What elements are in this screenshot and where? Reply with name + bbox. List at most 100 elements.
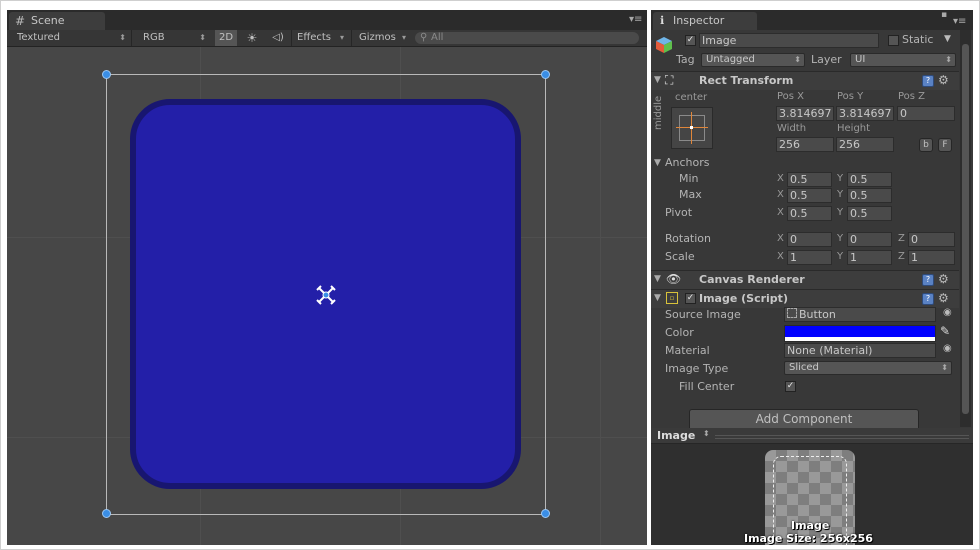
anchor-crosshair-icon: [676, 112, 708, 144]
active-checkbox[interactable]: ✓: [685, 35, 696, 46]
image-type-dropdown[interactable]: Sliced ⬍: [784, 361, 952, 375]
grid-icon: #: [15, 14, 26, 28]
scale-x-field[interactable]: 1: [787, 250, 832, 265]
anchor-min-x-field[interactable]: 0.5: [787, 172, 832, 187]
scene-toolbar: Textured ⬍ RGB ⬍ 2D ☀ ◁) Effects ▾ Gizmo…: [7, 30, 647, 47]
layer-dropdown[interactable]: UI ⬍: [850, 53, 956, 67]
anchor-max-x-field[interactable]: 0.5: [787, 188, 832, 203]
preview-divider: [715, 435, 969, 439]
static-checkbox[interactable]: [888, 35, 899, 46]
tab-scene[interactable]: # Scene: [9, 12, 105, 30]
color-swatch[interactable]: [784, 325, 936, 342]
chevron-down-icon[interactable]: ▼: [944, 34, 951, 44]
preview-caption-size: Image Size: 256x256: [744, 532, 873, 545]
foldout-arrow-icon[interactable]: ▼: [654, 158, 661, 168]
pivot-x-field[interactable]: 0.5: [787, 206, 832, 221]
pivot-x-value: 0.5: [790, 207, 808, 220]
scale-z-field[interactable]: 1: [908, 250, 955, 265]
blueprint-mode-button[interactable]: b: [919, 138, 933, 152]
canvas-renderer-header[interactable]: ▼ 👁 Canvas Renderer ? ⚙: [651, 270, 959, 289]
panel-menu-icon[interactable]: ▾≡: [953, 16, 966, 27]
rect-handle-bottom-left[interactable]: [102, 509, 111, 518]
add-component-button[interactable]: Add Component: [689, 409, 919, 429]
object-picker-icon[interactable]: ◉: [943, 307, 952, 318]
gear-icon[interactable]: ⚙: [938, 74, 950, 86]
anchor-min-label: Min: [679, 172, 699, 185]
rect-transform-icon: ⛶: [665, 73, 674, 87]
tab-inspector[interactable]: ℹ Inspector: [653, 12, 757, 30]
help-book-icon[interactable]: ?: [922, 293, 934, 305]
pos-x-label: Pos X: [777, 91, 805, 102]
rotation-y-field[interactable]: 0: [847, 232, 892, 247]
render-mode-dropdown[interactable]: RGB ⬍: [143, 30, 209, 46]
preview-header[interactable]: Image ⬍: [651, 428, 973, 444]
x-label: X: [777, 189, 784, 200]
rect-handle-top-right[interactable]: [541, 70, 550, 79]
lock-icon[interactable]: ▪: [941, 10, 947, 20]
eyedropper-icon[interactable]: ✎: [940, 324, 950, 338]
scene-search-input[interactable]: ⚲ All: [415, 32, 639, 44]
pos-z-value: 0: [900, 107, 907, 120]
fill-center-checkbox[interactable]: ✓: [785, 381, 796, 392]
anchors-label: Anchors: [665, 156, 710, 169]
inspector-scrollbar[interactable]: [960, 30, 971, 427]
pivot-y-value: 0.5: [850, 207, 868, 220]
source-image-field[interactable]: Button: [784, 307, 936, 322]
y-label: Y: [837, 173, 844, 184]
rect-handle-bottom-right[interactable]: [541, 509, 550, 518]
blueprint-mode-label: b: [923, 140, 929, 150]
width-field[interactable]: 256: [776, 137, 834, 152]
anchor-min-y-field[interactable]: 0.5: [847, 172, 892, 187]
rotation-z-field[interactable]: 0: [908, 232, 955, 247]
effects-dropdown[interactable]: Effects ▾: [297, 30, 347, 46]
toolbar-divider: [131, 30, 132, 46]
object-picker-icon[interactable]: ◉: [943, 343, 952, 354]
rect-handle-top-left[interactable]: [102, 70, 111, 79]
grid-line: [600, 47, 601, 545]
x-label: X: [777, 233, 784, 244]
chevron-updown-icon: ⬍: [119, 33, 126, 42]
image-script-header[interactable]: ▼ ▫ ✓ Image (Script) ? ⚙: [651, 289, 959, 308]
shading-mode-dropdown[interactable]: Textured ⬍: [17, 30, 129, 46]
scale-y-field[interactable]: 1: [847, 250, 892, 265]
eye-icon: 👁: [666, 272, 682, 286]
scale-x-value: 1: [790, 251, 797, 264]
chevron-updown-icon: ⬍: [945, 55, 952, 64]
pos-x-value: 3.814697: [779, 107, 832, 120]
pos-z-label: Pos Z: [898, 91, 926, 102]
object-name-value: Image: [702, 34, 737, 47]
anchor-preset-button[interactable]: [671, 107, 713, 149]
rect-transform-header[interactable]: ▼ ⛶ Rect Transform ? ⚙: [651, 71, 959, 90]
pos-z-field[interactable]: 0: [897, 106, 955, 121]
material-field[interactable]: None (Material): [784, 343, 936, 358]
mode-2d-button[interactable]: 2D: [215, 30, 237, 46]
pivot-anchor-icon[interactable]: [314, 283, 338, 307]
pos-x-field[interactable]: 3.814697: [776, 106, 834, 121]
help-book-icon[interactable]: ?: [922, 274, 934, 286]
canvas-renderer-title: Canvas Renderer: [699, 273, 805, 286]
height-field[interactable]: 256: [836, 137, 894, 152]
rotation-x-field[interactable]: 0: [787, 232, 832, 247]
help-book-icon[interactable]: ?: [922, 75, 934, 87]
gameobject-cube-icon: [654, 35, 674, 55]
search-icon: ⚲: [420, 32, 428, 43]
height-label: Height: [837, 123, 871, 134]
gizmos-dropdown[interactable]: Gizmos ▾: [359, 30, 409, 46]
raw-edit-button[interactable]: F: [938, 138, 952, 152]
color-swatch-fill: [785, 326, 935, 337]
pos-y-field[interactable]: 3.814697: [836, 106, 894, 121]
scrollbar-thumb[interactable]: [962, 44, 969, 414]
gear-icon[interactable]: ⚙: [938, 273, 950, 285]
panel-menu-icon[interactable]: ▾≡: [629, 14, 642, 25]
gear-icon[interactable]: ⚙: [938, 292, 950, 304]
scene-viewport[interactable]: [7, 47, 647, 545]
tag-dropdown[interactable]: Untagged ⬍: [701, 53, 805, 67]
foldout-arrow-icon: ▼: [654, 293, 661, 303]
anchor-max-y-field[interactable]: 0.5: [847, 188, 892, 203]
pivot-y-field[interactable]: 0.5: [847, 206, 892, 221]
object-name-field[interactable]: Image: [699, 33, 879, 48]
lighting-toggle-button[interactable]: ☀: [241, 30, 263, 46]
audio-toggle-button[interactable]: ◁): [267, 30, 289, 46]
render-mode-value: RGB: [143, 32, 165, 43]
image-enabled-checkbox[interactable]: ✓: [685, 293, 696, 304]
